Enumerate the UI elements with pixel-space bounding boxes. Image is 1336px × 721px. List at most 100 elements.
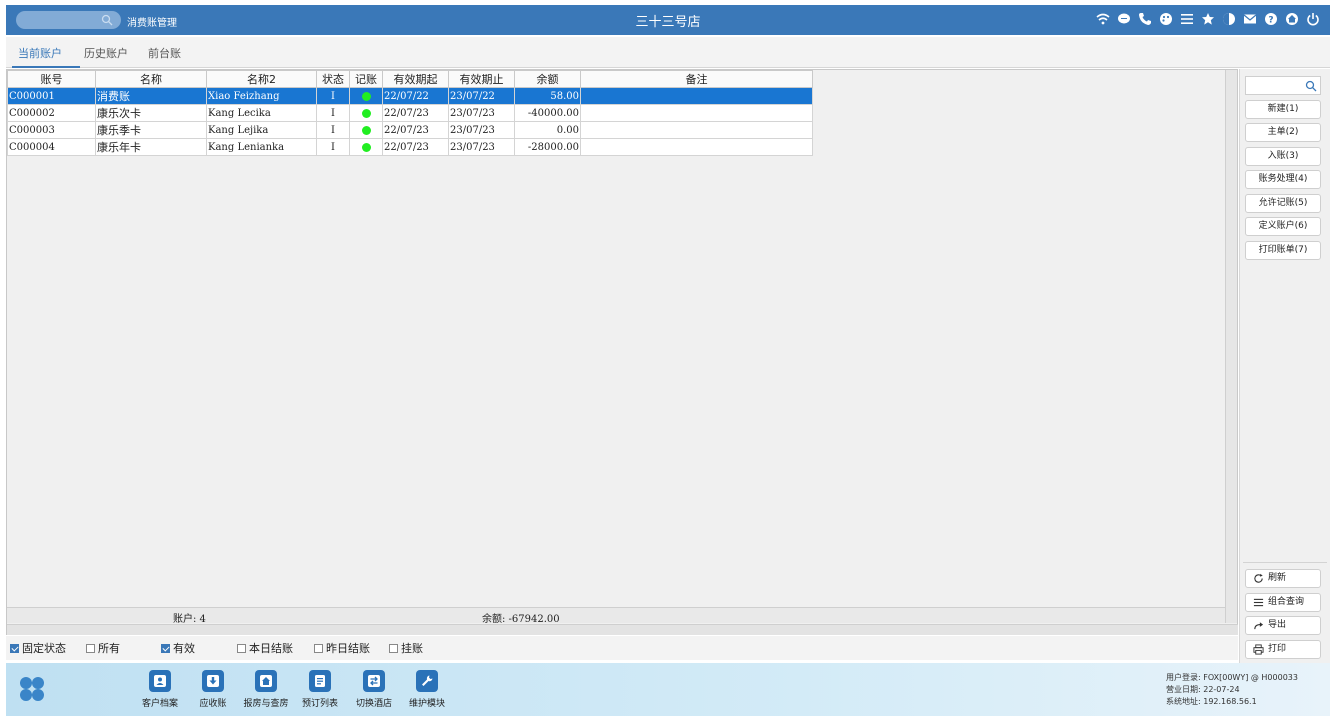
receivables-button[interactable]: 应收账 — [183, 670, 243, 709]
search-icon[interactable] — [1305, 80, 1317, 92]
start-date-cell: 22/07/23 — [382, 121, 449, 139]
wifi-icon[interactable] — [1096, 12, 1110, 26]
filter-yesterday-checkout[interactable]: 昨日结账 — [314, 640, 370, 656]
customer-profile-icon — [149, 670, 171, 692]
svg-text:?: ? — [1268, 16, 1273, 26]
help-icon[interactable]: ? — [1264, 12, 1278, 26]
column-header[interactable]: 记账 — [349, 70, 383, 88]
column-header[interactable]: 名称 — [95, 70, 207, 88]
column-header[interactable]: 备注 — [580, 70, 813, 88]
column-header[interactable]: 状态 — [316, 70, 350, 88]
balance-cell: -28000.00 — [514, 138, 581, 156]
maintenance-module-button[interactable]: 维护模块 — [397, 670, 457, 709]
name-cell: 康乐季卡 — [95, 121, 207, 139]
posting-status-dot — [361, 108, 371, 118]
account-cell: C000002 — [7, 104, 96, 122]
master-folio-button[interactable]: 主单(2) — [1245, 123, 1321, 142]
tool-label: 客户档案 — [141, 699, 178, 709]
name-cell: 康乐年卡 — [95, 138, 207, 156]
print-button[interactable]: 打印 — [1245, 640, 1321, 659]
balance-cell: 58.00 — [514, 87, 581, 105]
remark-cell — [580, 138, 813, 156]
tab-current-accounts[interactable]: 当前账户 — [18, 45, 62, 61]
column-header[interactable]: 有效期止 — [448, 70, 515, 88]
room-report-button[interactable]: 报房与查房 — [236, 670, 296, 709]
export-label: 导出 — [1268, 620, 1287, 630]
menu-icon[interactable] — [1180, 12, 1194, 26]
vertical-scrollbar[interactable] — [1225, 70, 1237, 623]
checkbox[interactable] — [237, 643, 246, 653]
filter-all[interactable]: 所有 — [86, 640, 120, 656]
print-bill-button[interactable]: 打印账单(7) — [1245, 241, 1321, 260]
home-icon[interactable] — [1285, 12, 1299, 26]
filter-today-checkout[interactable]: 本日结账 — [237, 640, 293, 656]
tab-history-accounts[interactable]: 历史账户 — [84, 45, 128, 61]
active-tab-indicator — [12, 66, 80, 68]
switch-hotel-button[interactable]: 切换酒店 — [344, 670, 404, 709]
checkbox[interactable] — [10, 643, 19, 653]
star-icon[interactable] — [1201, 12, 1215, 26]
name2-cell: Kang Lejika — [206, 121, 317, 139]
filter-valid[interactable]: 有效 — [161, 640, 195, 656]
refresh-button[interactable]: 刷新 — [1245, 569, 1321, 588]
business-date-text: 营业日期: 22-07-24 — [1166, 685, 1240, 694]
start-date-cell: 22/07/22 — [382, 87, 449, 105]
list-icon — [1253, 598, 1264, 607]
palette-icon[interactable] — [1159, 12, 1173, 26]
reservation-list-icon — [309, 670, 331, 692]
account-cell: C000001 — [7, 87, 96, 105]
combined-query-button[interactable]: 组合查询 — [1245, 593, 1321, 612]
user-login-text: 用户登录: FOX[00WY] @ H000033 — [1166, 673, 1298, 682]
global-search-input[interactable] — [16, 11, 121, 29]
column-header[interactable]: 账号 — [7, 70, 96, 88]
print-label: 打印 — [1268, 644, 1287, 654]
checkbox[interactable] — [389, 643, 398, 653]
power-icon[interactable] — [1306, 12, 1320, 26]
new-account-button[interactable]: 新建(1) — [1245, 100, 1321, 119]
column-header[interactable]: 名称2 — [206, 70, 317, 88]
filter-label: 所有 — [98, 642, 120, 655]
account-cell: C000004 — [7, 138, 96, 156]
table-row[interactable]: C000002 康乐次卡 Kang Lecika I 22/07/23 23/0… — [7, 104, 813, 122]
tab-bar: 当前账户 历史账户 前台账 — [6, 37, 1330, 68]
end-date-cell: 23/07/23 — [448, 138, 515, 156]
checkbox[interactable] — [161, 643, 170, 653]
contrast-icon[interactable] — [1222, 12, 1236, 26]
total-balance: 余额: -67942.00 — [482, 614, 560, 625]
table-row[interactable]: C000004 康乐年卡 Kang Lenianka I 22/07/23 23… — [7, 138, 813, 156]
chat-icon[interactable] — [1117, 12, 1131, 26]
account-search-input[interactable] — [1245, 76, 1321, 95]
post-charge-button[interactable]: 入账(3) — [1245, 147, 1321, 166]
column-header[interactable]: 余额 — [514, 70, 581, 88]
mail-icon[interactable] — [1243, 12, 1257, 26]
system-address-text: 系统地址: 192.168.56.1 — [1166, 697, 1257, 706]
search-icon — [101, 14, 113, 26]
posting-cell — [349, 104, 383, 122]
printer-icon — [1253, 644, 1264, 655]
filter-on-credit[interactable]: 挂账 — [389, 640, 423, 656]
allow-posting-button[interactable]: 允许记账(5) — [1245, 194, 1321, 213]
filter-label: 挂账 — [401, 642, 423, 655]
account-processing-button[interactable]: 账务处理(4) — [1245, 170, 1321, 189]
remark-cell — [580, 121, 813, 139]
filter-fixed-status[interactable]: 固定状态 — [10, 640, 66, 656]
column-header[interactable]: 有效期起 — [382, 70, 449, 88]
phone-icon[interactable] — [1138, 12, 1152, 26]
checkbox[interactable] — [86, 643, 95, 653]
tab-front-desk-accounts[interactable]: 前台账 — [148, 45, 181, 61]
reservation-list-button[interactable]: 预订列表 — [290, 670, 350, 709]
name-cell: 消费账 — [95, 87, 207, 105]
tool-label: 切换酒店 — [355, 699, 392, 709]
app-logo-icon — [20, 677, 44, 701]
customer-profile-button[interactable]: 客户档案 — [130, 670, 190, 709]
define-account-button[interactable]: 定义账户(6) — [1245, 217, 1321, 236]
export-button[interactable]: 导出 — [1245, 616, 1321, 635]
horizontal-scrollbar[interactable] — [7, 624, 1238, 635]
name2-cell: Kang Lecika — [206, 104, 317, 122]
checkbox[interactable] — [314, 643, 323, 653]
table-row[interactable]: C000001 消费账 Xiao Feizhang I 22/07/22 23/… — [7, 87, 813, 105]
table-row[interactable]: C000003 康乐季卡 Kang Lejika I 22/07/23 23/0… — [7, 121, 813, 139]
posting-status-dot — [361, 142, 371, 152]
posting-status-dot — [361, 125, 371, 135]
name-cell: 康乐次卡 — [95, 104, 207, 122]
